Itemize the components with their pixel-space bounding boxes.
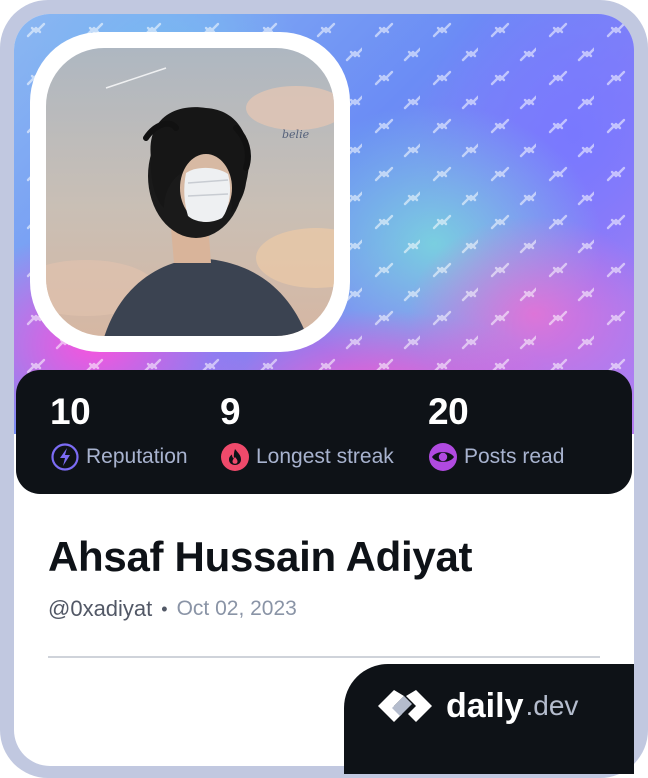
flame-icon <box>221 443 249 471</box>
profile-meta: @0xadiyat • Oct 02, 2023 <box>48 594 297 624</box>
lightning-icon <box>51 443 79 471</box>
brand-name: daily <box>446 687 524 725</box>
avatar: belie <box>46 48 334 336</box>
stat-posts-read: 20 Posts read <box>428 392 564 472</box>
daily-dev-logo-icon <box>378 690 432 722</box>
reputation-value: 10 <box>50 391 91 432</box>
profile-name: Ahsaf Hussain Adiyat <box>48 533 473 580</box>
eye-icon <box>429 443 457 471</box>
avatar-frame: belie <box>30 32 350 352</box>
posts-read-label: Posts read <box>464 445 565 468</box>
stat-longest-streak: 9 Longest streak <box>220 392 394 472</box>
profile-handle: @0xadiyat <box>48 596 153 621</box>
devcard: belie 10 Reputation 9 Longest streak 20 … <box>14 14 634 766</box>
longest-streak-label: Longest streak <box>256 445 394 468</box>
joined-date: Oct 02, 2023 <box>176 597 297 620</box>
stats-bar: 10 Reputation 9 Longest streak 20 Posts … <box>16 370 632 494</box>
svg-text:belie: belie <box>282 128 310 141</box>
brand-tld: .dev <box>525 690 579 721</box>
posts-read-value: 20 <box>428 391 469 432</box>
reputation-label: Reputation <box>86 445 188 468</box>
divider <box>48 656 600 658</box>
brand-badge: daily .dev <box>344 664 634 774</box>
meta-separator: • <box>161 599 168 619</box>
stat-reputation: 10 Reputation <box>50 392 188 472</box>
longest-streak-value: 9 <box>220 391 241 432</box>
